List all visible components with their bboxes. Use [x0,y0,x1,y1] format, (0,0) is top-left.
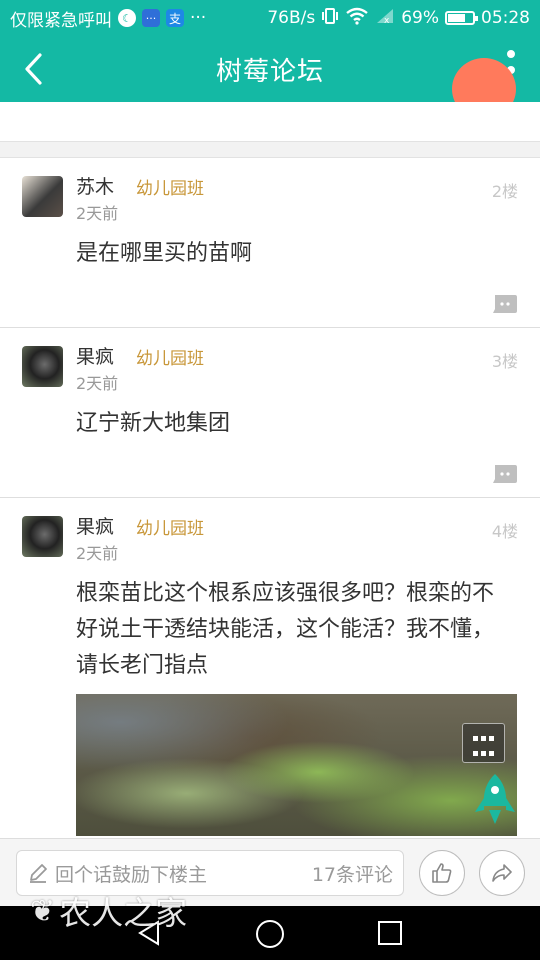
battery-icon [445,11,478,25]
grid-menu-icon[interactable] [462,723,505,763]
comment-author[interactable]: 苏木 [76,172,114,199]
floor-number: 3楼 [491,352,518,371]
previous-content-strip [0,102,540,142]
comment-count[interactable]: 17条评论 [312,860,393,887]
network-speed: 76B/s [267,8,316,28]
nav-recent-apps-icon[interactable] [378,921,402,945]
comment-floor-3: 果疯 幼儿园班 2天前 3楼 辽宁新大地集团 [0,328,540,498]
watermark-text: 农人之家 [59,894,188,932]
status-bar: 仅限紧急呼叫 ☾ ··· 支 ··· 76B/s x 69% 05:28 [0,0,540,36]
watermark: ❦ 农人之家 [30,888,187,934]
user-level-tag: 幼儿园班 [136,179,204,199]
user-level-tag: 幼儿园班 [136,519,204,539]
comment-time: 2天前 [76,204,119,223]
comment-floor-4: 果疯 幼儿园班 2天前 4楼 根栾苗比这个根系应该强很多吧？根栾的不好说土干透结… [0,498,540,838]
avatar[interactable] [22,516,63,557]
comment-content: 辽宁新大地集团 [76,411,231,436]
comment-content: 根栾苗比这个根系应该强很多吧？根栾的不好说土干透结块能活，这个能活？我不懂，请长… [76,581,495,678]
vibrate-icon [321,7,339,30]
user-level-tag: 幼儿园班 [136,349,204,369]
comment-author[interactable]: 果疯 [76,512,114,539]
pencil-icon [30,864,47,883]
leaf-logo-icon: ❦ [30,893,56,929]
avatar[interactable] [22,346,63,387]
floor-number: 2楼 [491,182,518,201]
avatar[interactable] [22,176,63,217]
thumbs-up-icon [432,863,452,883]
comment-time: 2天前 [76,544,119,563]
like-button[interactable] [419,850,465,896]
section-divider [0,142,540,158]
comment-content: 是在哪里买的苗啊 [76,241,253,266]
chevron-left-icon[interactable] [18,52,52,86]
reply-placeholder: 回个话鼓励下楼主 [55,863,208,886]
clock: 05:28 [481,8,530,28]
carrier-text: 仅限紧急呼叫 [10,10,112,31]
reply-icon[interactable] [492,464,518,484]
rocket-icon[interactable] [472,772,518,826]
nav-home-icon[interactable] [256,920,284,948]
more-notifications-text: ··· [190,8,207,28]
share-button[interactable] [479,850,525,896]
comment-author[interactable]: 果疯 [76,342,114,369]
page-title: 树莓论坛 [215,56,324,87]
moon-icon: ☾ [118,9,136,27]
alipay-icon: 支 [166,9,184,27]
share-icon [492,864,512,882]
battery-percent: 69% [401,8,439,28]
comment-floor-2: 苏木 幼儿园班 2天前 2楼 是在哪里买的苗啊 [0,158,540,328]
svg-text:x: x [384,16,390,25]
signal-icon: x [375,7,395,30]
comment-photo[interactable] [76,694,517,836]
floor-number: 4楼 [491,522,518,541]
comment-time: 2天前 [76,374,119,393]
reply-icon[interactable] [492,294,518,314]
wifi-icon [345,7,369,30]
message-icon: ··· [142,9,160,27]
